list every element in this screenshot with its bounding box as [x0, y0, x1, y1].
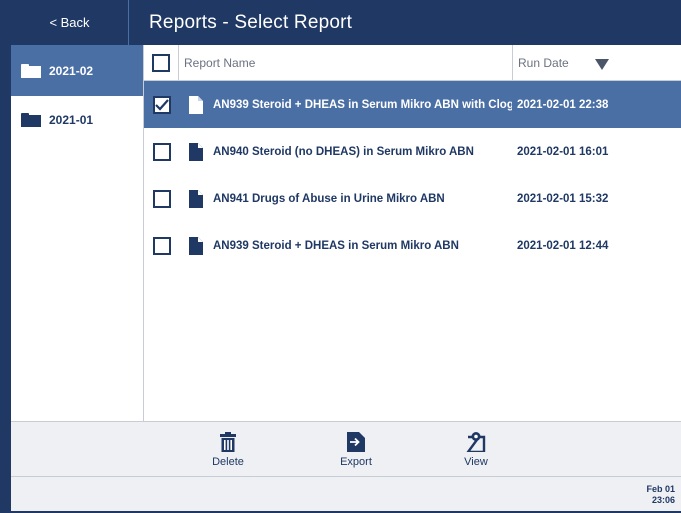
header-bar: < Back Reports - Select Report: [11, 0, 681, 45]
folder-label: 2021-01: [49, 113, 94, 127]
view-label: View: [464, 456, 488, 468]
document-icon: [179, 189, 213, 208]
row-check-cell: [144, 95, 179, 114]
delete-button[interactable]: Delete: [198, 432, 258, 468]
row-check-cell: [144, 142, 179, 161]
trash-icon: [220, 432, 236, 452]
back-button[interactable]: < Back: [11, 0, 129, 45]
run-date: 2021-02-01 12:44: [517, 239, 609, 252]
row-checkbox[interactable]: [152, 142, 171, 161]
document-icon: [179, 236, 213, 255]
table-row[interactable]: AN939 Steroid + DHEAS in Serum Mikro ABN…: [144, 81, 681, 128]
export-label: Export: [340, 456, 372, 468]
folder-icon: [21, 63, 41, 78]
delete-label: Delete: [212, 456, 244, 468]
status-bar: Feb 01 23:06: [11, 477, 681, 511]
folder-item-2021-02[interactable]: 2021-02: [11, 45, 143, 96]
table-row[interactable]: AN941 Drugs of Abuse in Urine Mikro ABN …: [144, 175, 681, 222]
run-date: 2021-02-01 22:38: [517, 98, 609, 111]
clock: Feb 01 23:06: [646, 484, 675, 506]
export-button[interactable]: Export: [326, 432, 386, 468]
report-name: AN941 Drugs of Abuse in Urine Mikro ABN: [213, 192, 445, 205]
table-row[interactable]: AN940 Steroid (no DHEAS) in Serum Mikro …: [144, 128, 681, 175]
document-icon: [179, 95, 213, 114]
folder-sidebar: 2021-02 2021-01: [11, 45, 144, 421]
select-all-checkbox[interactable]: [152, 53, 170, 72]
run-date: 2021-02-01 16:01: [517, 145, 609, 158]
row-check-cell: [144, 189, 179, 208]
column-header-report-name[interactable]: Report Name: [179, 45, 512, 81]
row-checkbox[interactable]: [152, 95, 171, 114]
column-header-run-date[interactable]: Run Date: [512, 44, 681, 81]
view-button[interactable]: View: [446, 432, 506, 468]
row-check-cell: [144, 236, 179, 255]
folder-item-2021-01[interactable]: 2021-01: [11, 96, 143, 144]
page-title: Reports - Select Report: [149, 11, 353, 33]
view-report-icon: [466, 432, 486, 452]
row-checkbox[interactable]: [152, 189, 171, 208]
run-date: 2021-02-01 15:32: [517, 192, 609, 205]
report-name: AN939 Steroid + DHEAS in Serum Mikro ABN: [213, 239, 459, 252]
select-all-cell: [144, 44, 179, 81]
report-table: Report Name Run Date AN939 Steroid + DHE…: [144, 44, 681, 421]
clock-time: 23:06: [651, 495, 675, 505]
folder-icon: [21, 113, 41, 127]
report-name: AN939 Steroid + DHEAS in Serum Mikro ABN…: [213, 98, 512, 111]
export-icon: [347, 432, 365, 452]
column-header-run-date-label: Run Date: [518, 55, 569, 70]
report-name: AN940 Steroid (no DHEAS) in Serum Mikro …: [213, 145, 474, 158]
folder-label: 2021-02: [49, 63, 94, 78]
app-window: < Back Reports - Select Report 2021-02 2…: [0, 0, 681, 513]
row-checkbox[interactable]: [152, 236, 171, 255]
sort-descending-icon[interactable]: [595, 58, 609, 70]
table-header: Report Name Run Date: [144, 44, 681, 81]
clock-date: Feb 01: [646, 484, 675, 494]
table-row[interactable]: AN939 Steroid + DHEAS in Serum Mikro ABN…: [144, 222, 681, 269]
document-icon: [179, 142, 213, 161]
action-toolbar: Delete Export View: [11, 421, 681, 477]
